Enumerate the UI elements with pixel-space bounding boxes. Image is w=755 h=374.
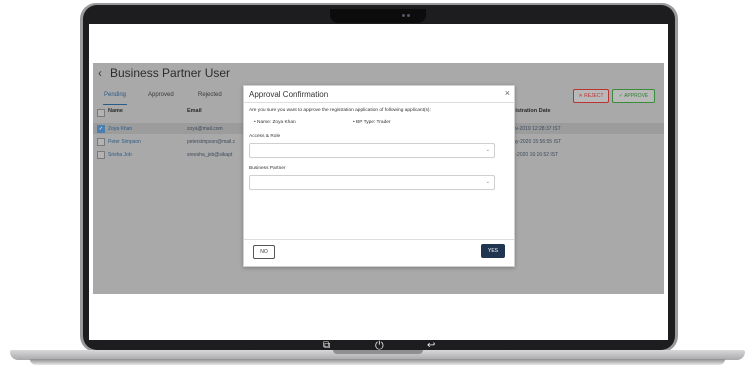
tab-pending[interactable]: Pending	[104, 92, 126, 98]
confirmation-message: Are you sure you want to approve the reg…	[249, 108, 431, 113]
chevron-down-icon: ⌄	[485, 179, 490, 185]
business-partner-label: Business Partner	[249, 166, 286, 171]
page-title: Business Partner User	[110, 66, 231, 80]
row-name[interactable]: Srisha Job	[108, 152, 132, 158]
page-header: ‹ Business Partner User	[93, 63, 664, 85]
applicant-name: • Name: Zoya Khan	[254, 120, 296, 125]
reject-button[interactable]: ✕ REJECT	[573, 89, 609, 103]
access-role-label: Access & Role	[249, 134, 281, 139]
row-date: Nov-2019 12:28:37 IST	[509, 126, 561, 132]
row-checkbox[interactable]	[97, 151, 105, 159]
chevron-down-icon: ⌄	[485, 147, 490, 153]
column-header-email[interactable]: Email	[187, 108, 202, 114]
active-tab-indicator	[103, 104, 127, 105]
dialog-header-divider	[244, 102, 514, 103]
approve-icon: ✓	[618, 93, 623, 99]
approve-button[interactable]: ✓ APPROVE	[612, 89, 655, 103]
reject-icon: ✕	[578, 93, 583, 99]
dialog-title: Approval Confirmation	[249, 90, 329, 99]
camera-lens-icon	[402, 14, 405, 17]
applicant-bp-type: • BP Type: Trader	[353, 120, 391, 125]
business-partner-select[interactable]: ⌄	[249, 175, 495, 190]
no-button[interactable]: NO	[253, 245, 275, 259]
row-date: Jul-2020 16:16:52 IST	[509, 152, 559, 158]
camera-notch	[330, 9, 426, 23]
yes-button[interactable]: YES	[481, 244, 505, 258]
row-email: petersimpson@mail.c	[187, 139, 236, 145]
column-header-registration-date[interactable]: egistration Date	[509, 108, 551, 114]
approval-confirmation-dialog: Approval Confirmation × Are you sure you…	[243, 85, 515, 267]
laptop-hinge-notch	[333, 350, 423, 354]
row-email: zoya@mail.com	[187, 126, 223, 132]
row-date: May-2020 15:56:55 IST	[509, 139, 562, 145]
column-header-name[interactable]: Name	[108, 108, 123, 114]
row-checkbox[interactable]	[97, 138, 105, 146]
reject-label: REJECT	[584, 93, 604, 99]
approve-label: APPROVE	[624, 93, 649, 99]
row-email: sreesha_job@sikapt	[187, 152, 233, 158]
select-all-checkbox[interactable]	[97, 109, 105, 117]
camera-sensor-icon	[407, 14, 410, 17]
row-name[interactable]: Peter Simpson	[108, 139, 141, 145]
dialog-footer-divider	[244, 239, 514, 240]
row-name[interactable]: Zoya Khan	[108, 126, 132, 132]
row-checkbox[interactable]: ✓	[97, 125, 105, 133]
access-role-select[interactable]: ⌄	[249, 143, 495, 158]
back-icon[interactable]: ‹	[98, 66, 102, 80]
screen: ‹ Business Partner User Pending Approved…	[89, 24, 668, 340]
tab-rejected[interactable]: Rejected	[198, 92, 222, 98]
close-icon[interactable]: ×	[505, 88, 510, 98]
laptop-base-shadow	[30, 359, 725, 365]
tab-approved[interactable]: Approved	[148, 92, 174, 98]
